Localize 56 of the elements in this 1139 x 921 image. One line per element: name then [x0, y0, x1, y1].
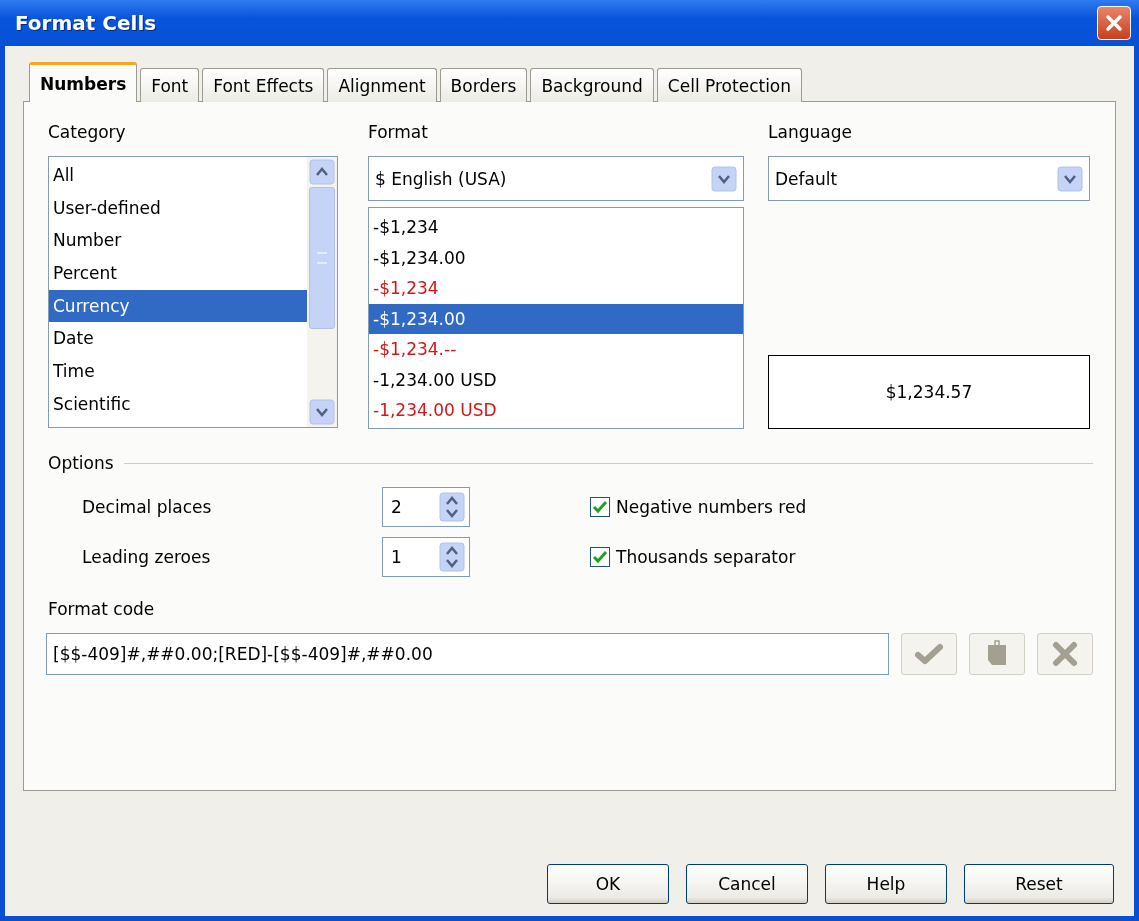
spinner-label: Leading zeroes	[82, 547, 212, 567]
spin-field[interactable]: 2	[382, 487, 470, 527]
list-item[interactable]: -$1,234.00	[369, 303, 743, 334]
scroll-up-icon[interactable]	[309, 159, 335, 185]
close-icon[interactable]	[1103, 12, 1125, 34]
list-item[interactable]: -$1,234	[369, 212, 743, 243]
scroll-thumb[interactable]	[309, 187, 335, 329]
format-label: Format	[368, 122, 429, 144]
language-label: Language	[768, 122, 853, 144]
dialog-button[interactable]: Cancel	[686, 864, 808, 904]
list-item[interactable]: -1,234.00 USD	[369, 364, 743, 395]
tab[interactable]: Borders	[439, 68, 528, 102]
checkbox-label[interactable]: Thousands separator	[616, 547, 796, 567]
format-dropdown[interactable]: $ English (USA)	[368, 156, 744, 201]
spin-arrows-icon[interactable]	[439, 542, 465, 572]
list-item[interactable]: -$1,234	[369, 273, 743, 304]
list-item[interactable]: -$1,234.--	[369, 334, 743, 365]
language-dropdown[interactable]: Default	[768, 156, 1090, 201]
spin-arrows-icon[interactable]	[439, 492, 465, 522]
format-code-label: Format code	[48, 599, 156, 621]
checkbox[interactable]	[590, 497, 610, 517]
tab[interactable]: Numbers	[29, 62, 138, 102]
tab[interactable]: Background	[530, 68, 654, 102]
tab[interactable]: Alignment	[327, 68, 437, 102]
list-item[interactable]: All	[49, 159, 307, 192]
spin-field[interactable]: 1	[382, 537, 470, 577]
tab[interactable]: Font Effects	[202, 68, 325, 102]
category-label: Category	[48, 122, 127, 144]
preview-box: $1,234.57	[768, 355, 1090, 429]
checkmark-button[interactable]	[901, 633, 957, 675]
tab[interactable]: Font	[140, 68, 200, 102]
checkbox[interactable]	[590, 547, 610, 567]
list-item[interactable]: User-defined	[49, 191, 307, 225]
spinner-label: Decimal places	[82, 497, 213, 517]
list-item[interactable]: Scientific	[49, 387, 307, 421]
window-title: Format Cells	[15, 11, 157, 35]
list-item[interactable]: Date	[49, 322, 307, 356]
dialog-button[interactable]: Reset	[964, 864, 1114, 904]
list-item[interactable]: -1,234.00 USD	[369, 395, 743, 426]
list-item[interactable]: Time	[49, 355, 307, 388]
category-list[interactable]: All User-defined Number Percent Currency Date Time Scientific	[48, 156, 338, 428]
checkmark-icon[interactable]	[914, 642, 944, 666]
options-heading: Options	[48, 452, 114, 475]
tab[interactable]: Cell Protection	[656, 68, 803, 102]
list-item[interactable]: Percent	[49, 257, 307, 290]
scroll-down-icon[interactable]	[309, 399, 335, 425]
close-button[interactable]	[1097, 6, 1131, 40]
list-item[interactable]: -$1,234.00	[369, 242, 743, 273]
list-item[interactable]: Currency	[49, 289, 307, 323]
dialog-button[interactable]: OK	[547, 864, 669, 904]
list-item[interactable]: Number	[49, 224, 307, 258]
format-code-field[interactable]: [$$-409]#,##0.00;[RED]-[$$-409]#,##0.00	[46, 633, 889, 675]
scrollbar[interactable]	[307, 157, 337, 427]
dialog-button[interactable]: Help	[825, 864, 947, 904]
checkbox-label[interactable]: Negative numbers red	[616, 497, 807, 517]
format-list[interactable]: -$1,234 -$1,234.00 -$1,234 -$1,234.00 -$1,234.-- -1,234.00 USD -1,234.00 USD	[368, 207, 744, 429]
